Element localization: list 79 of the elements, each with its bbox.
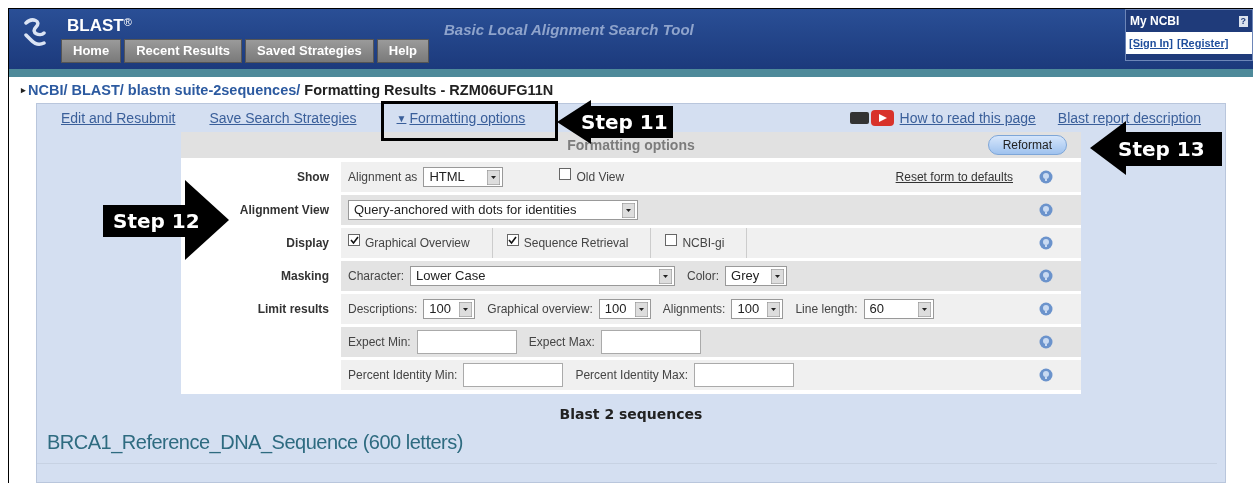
field-label: Alignments: bbox=[662, 301, 726, 318]
field-label: Expect Max: bbox=[528, 334, 595, 351]
help-button[interactable]: ? bbox=[1238, 15, 1248, 27]
help-icon[interactable] bbox=[1039, 170, 1053, 184]
dropdown[interactable]: HTML bbox=[423, 167, 504, 187]
reset-link[interactable]: Reset form to defaults bbox=[895, 168, 1013, 186]
dropdown-arrow-icon bbox=[767, 301, 781, 317]
checkbox[interactable] bbox=[665, 234, 678, 246]
checkbox[interactable] bbox=[559, 168, 572, 180]
nav-tab[interactable]: Saved Strategies bbox=[245, 39, 374, 63]
help-icon[interactable] bbox=[1039, 269, 1053, 283]
input-field[interactable] bbox=[463, 363, 564, 387]
query-title: BRCA1_Reference_DNA_Sequence (600 letters) bbox=[47, 431, 463, 453]
checkbox-label: Graphical Overview bbox=[365, 235, 470, 252]
dropdown-arrow-icon bbox=[634, 301, 648, 317]
toolbar-link[interactable]: Save Search Strategies bbox=[209, 107, 357, 129]
field-label: Character: bbox=[348, 268, 405, 285]
checkbox-label: NCBI-gi bbox=[682, 235, 725, 252]
dropdown[interactable]: 100 bbox=[598, 299, 651, 319]
nav-tab[interactable]: Help bbox=[376, 39, 429, 63]
my-ncbi-title: My NCBI bbox=[1130, 13, 1180, 30]
dropdown-arrow-icon bbox=[459, 301, 473, 317]
dropdown[interactable]: 100 bbox=[423, 299, 476, 319]
breadcrumb-arrow-icon: ▸ bbox=[21, 84, 26, 98]
help-icon[interactable] bbox=[1039, 236, 1053, 250]
dropdown-arrow-icon bbox=[487, 169, 501, 185]
dropdown[interactable]: 100 bbox=[731, 299, 784, 319]
step-label: Step 13 bbox=[1118, 139, 1205, 159]
dropdown-arrow-icon bbox=[659, 268, 673, 284]
input-field[interactable] bbox=[416, 330, 517, 354]
checkbox[interactable] bbox=[506, 234, 519, 246]
field-label: Show bbox=[297, 169, 329, 186]
breadcrumb-link[interactable]: NCBI/ bbox=[28, 80, 68, 102]
field-label: Percent Identity Min: bbox=[348, 367, 458, 384]
field-label: Graphical overview: bbox=[487, 301, 593, 318]
site-title: Basic Local Alignment Search Tool bbox=[444, 21, 694, 38]
panel-title: Formatting options bbox=[567, 135, 695, 155]
dropdown[interactable]: Lower Case bbox=[410, 266, 676, 286]
field-label: Expect Min: bbox=[348, 334, 411, 351]
help-link[interactable]: How to read this page bbox=[899, 107, 1036, 129]
program-title: Blast 2 sequences bbox=[559, 405, 703, 424]
field-label: Percent Identity Max: bbox=[575, 367, 689, 384]
help-icon[interactable] bbox=[1039, 302, 1053, 316]
nav-tab[interactable]: Recent Results bbox=[124, 39, 243, 63]
field-label: Masking bbox=[281, 268, 329, 285]
dropdown[interactable]: 60 bbox=[863, 299, 934, 319]
checkbox-label: Sequence Retrieval bbox=[523, 235, 629, 252]
field-label: Alignment View bbox=[239, 202, 329, 219]
field-label: Alignment as bbox=[348, 169, 418, 186]
account-link[interactable]: [Sign In] bbox=[1129, 34, 1173, 52]
dropdown-arrow-icon bbox=[771, 268, 785, 284]
field-label: Color: bbox=[687, 268, 720, 285]
step-label: Step 12 bbox=[113, 211, 200, 231]
dropdown-arrow-icon bbox=[917, 301, 931, 317]
dropdown-arrow-icon bbox=[622, 202, 635, 218]
toolbar-link[interactable]: Edit and Resubmit bbox=[61, 107, 176, 129]
help-link[interactable]: Blast report description bbox=[1057, 107, 1201, 129]
step-label: Step 11 bbox=[581, 112, 668, 132]
breadcrumb-link[interactable]: blastn suite-2sequences/ bbox=[127, 80, 301, 102]
dropdown[interactable]: Grey bbox=[725, 266, 788, 286]
help-icon[interactable] bbox=[1039, 335, 1053, 349]
reformat-button[interactable]: Reformat bbox=[987, 135, 1067, 155]
formatting-toggle[interactable]: ▼ Formatting options bbox=[396, 107, 526, 129]
field-label: Descriptions: bbox=[348, 301, 418, 318]
dropdown[interactable]: Query-anchored with dots for identities bbox=[348, 200, 638, 220]
input-field[interactable] bbox=[694, 363, 795, 387]
field-label: Limit results bbox=[257, 301, 329, 318]
input-field[interactable] bbox=[600, 330, 701, 354]
account-link[interactable]: [Register] bbox=[1177, 34, 1229, 52]
blast-logo: BLAST$^{®}$ bbox=[67, 14, 132, 37]
help-icon[interactable] bbox=[1039, 203, 1053, 217]
checkbox[interactable] bbox=[348, 234, 360, 246]
breadcrumb-current: Formatting Results - RZM06UFG11N bbox=[304, 81, 554, 101]
checkbox-label: Old View bbox=[576, 169, 625, 186]
field-label: Line length: bbox=[795, 301, 858, 318]
field-label: Display bbox=[286, 235, 329, 252]
breadcrumb-link[interactable]: BLAST/ bbox=[71, 80, 124, 102]
video-logo-icon bbox=[849, 109, 894, 127]
help-icon[interactable] bbox=[1039, 368, 1053, 382]
